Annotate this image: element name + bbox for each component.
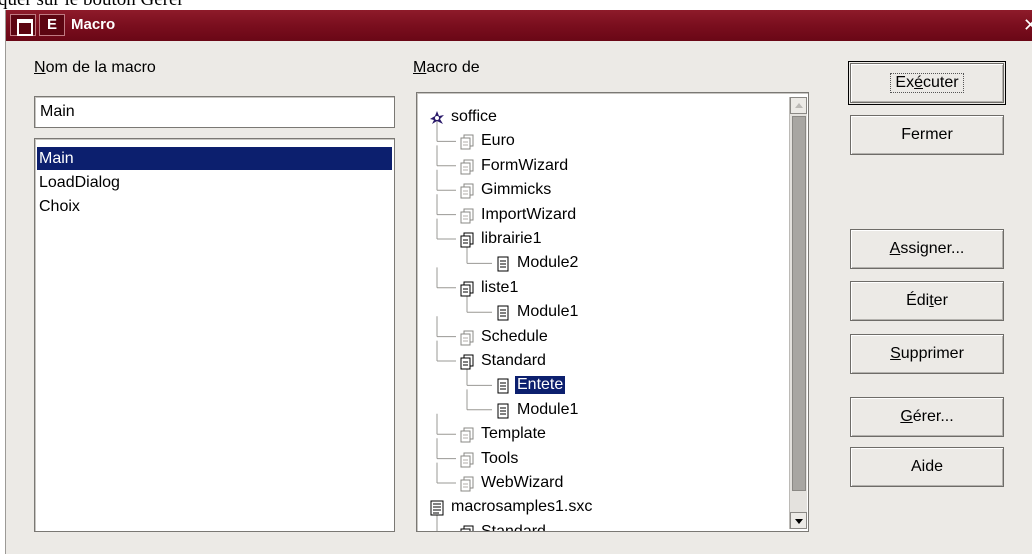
help-button[interactable]: Aide bbox=[850, 447, 1004, 487]
module-icon bbox=[495, 256, 511, 272]
title-bar[interactable]: E Macro ✕ bbox=[6, 10, 1032, 41]
library-icon bbox=[459, 159, 475, 175]
module-icon bbox=[495, 378, 511, 394]
soffice-icon bbox=[429, 110, 445, 126]
window-title: Macro bbox=[71, 16, 116, 33]
tree-node-label: Module1 bbox=[517, 400, 579, 418]
macro-list-item[interactable]: LoadDialog bbox=[37, 171, 392, 194]
library-open-icon bbox=[459, 281, 475, 297]
library-open-icon bbox=[459, 354, 475, 370]
help-label: Aide bbox=[910, 458, 944, 475]
assign-button[interactable]: Assigner... bbox=[850, 229, 1004, 269]
tree-node-label: Entete bbox=[515, 376, 566, 395]
module-icon bbox=[495, 305, 511, 321]
tree-node-label: Tools bbox=[481, 449, 519, 467]
library-open-icon bbox=[459, 525, 475, 531]
tree-node-label: Template bbox=[481, 425, 546, 443]
close-label: Fermer bbox=[901, 126, 953, 143]
macro-library-tree[interactable]: soffice Euro FormWizard Gimmicks ImportWizar… bbox=[416, 92, 809, 532]
library-icon bbox=[459, 476, 475, 492]
tree-node-label: Gimmicks bbox=[481, 181, 552, 199]
macro-list-item[interactable]: Choix bbox=[37, 195, 392, 218]
manage-button[interactable]: Gérer... bbox=[850, 397, 1004, 437]
document-caption: quer sur le bouton Gérer bbox=[0, 0, 184, 10]
library-icon bbox=[459, 452, 475, 468]
macro-from-label: Macro de bbox=[413, 59, 480, 76]
document-icon bbox=[429, 500, 445, 516]
library-icon bbox=[459, 208, 475, 224]
tree-node-label: macrosamples1.sxc bbox=[451, 498, 593, 516]
close-icon[interactable]: ✕ bbox=[1023, 14, 1032, 36]
library-icon bbox=[459, 330, 475, 346]
edit-button[interactable]: Éditer bbox=[850, 281, 1004, 321]
tree-node-label: ImportWizard bbox=[481, 205, 577, 223]
close-button[interactable]: Fermer bbox=[850, 115, 1004, 155]
scroll-down-arrow-icon[interactable] bbox=[790, 512, 807, 529]
tree-node-label: FormWizard bbox=[481, 156, 569, 174]
macro-list-item[interactable]: Main bbox=[37, 147, 392, 170]
delete-button[interactable]: Supprimer bbox=[850, 334, 1004, 374]
library-icon bbox=[459, 427, 475, 443]
tree-node-label: soffice bbox=[451, 108, 497, 125]
tree-node-label: liste1 bbox=[481, 278, 519, 296]
tree-node-label: Module2 bbox=[517, 254, 579, 272]
module-icon bbox=[495, 403, 511, 419]
scroll-thumb[interactable] bbox=[792, 116, 806, 491]
e-button[interactable]: E bbox=[39, 14, 65, 36]
tree-node-label: Standard bbox=[481, 522, 546, 532]
library-icon bbox=[459, 183, 475, 199]
window-menu-icon[interactable] bbox=[10, 14, 36, 36]
tree-node-label: Schedule bbox=[481, 327, 548, 345]
execute-button[interactable]: Exécuter bbox=[848, 61, 1006, 105]
document-caption-strip: quer sur le bouton Gérer bbox=[0, 0, 1032, 10]
tree-node-label: librairie1 bbox=[481, 230, 542, 247]
tree-scrollbar[interactable] bbox=[789, 97, 807, 529]
tree-node-label: Standard bbox=[481, 352, 546, 369]
macro-list[interactable]: Main LoadDialog Choix bbox=[34, 138, 395, 532]
edit-label: Éditer bbox=[906, 292, 948, 309]
scroll-up-arrow-icon[interactable] bbox=[790, 97, 807, 114]
tree-node-label: WebWizard bbox=[481, 474, 564, 491]
macro-name-input[interactable]: Main bbox=[34, 96, 395, 128]
macro-dialog: E Macro ✕ Nom de la macro Macro de Main … bbox=[5, 10, 1032, 554]
tree-node-label: Euro bbox=[481, 132, 515, 150]
manage-label: Gérer... bbox=[900, 408, 954, 425]
library-icon bbox=[459, 134, 475, 150]
execute-label: Exécuter bbox=[890, 73, 964, 93]
delete-label: Supprimer bbox=[890, 345, 964, 362]
macro-name-label: Nom de la macro bbox=[34, 59, 156, 76]
tree-node-label: Module1 bbox=[517, 303, 579, 321]
library-open-icon bbox=[459, 232, 475, 248]
assign-label: Assigner... bbox=[889, 240, 965, 257]
